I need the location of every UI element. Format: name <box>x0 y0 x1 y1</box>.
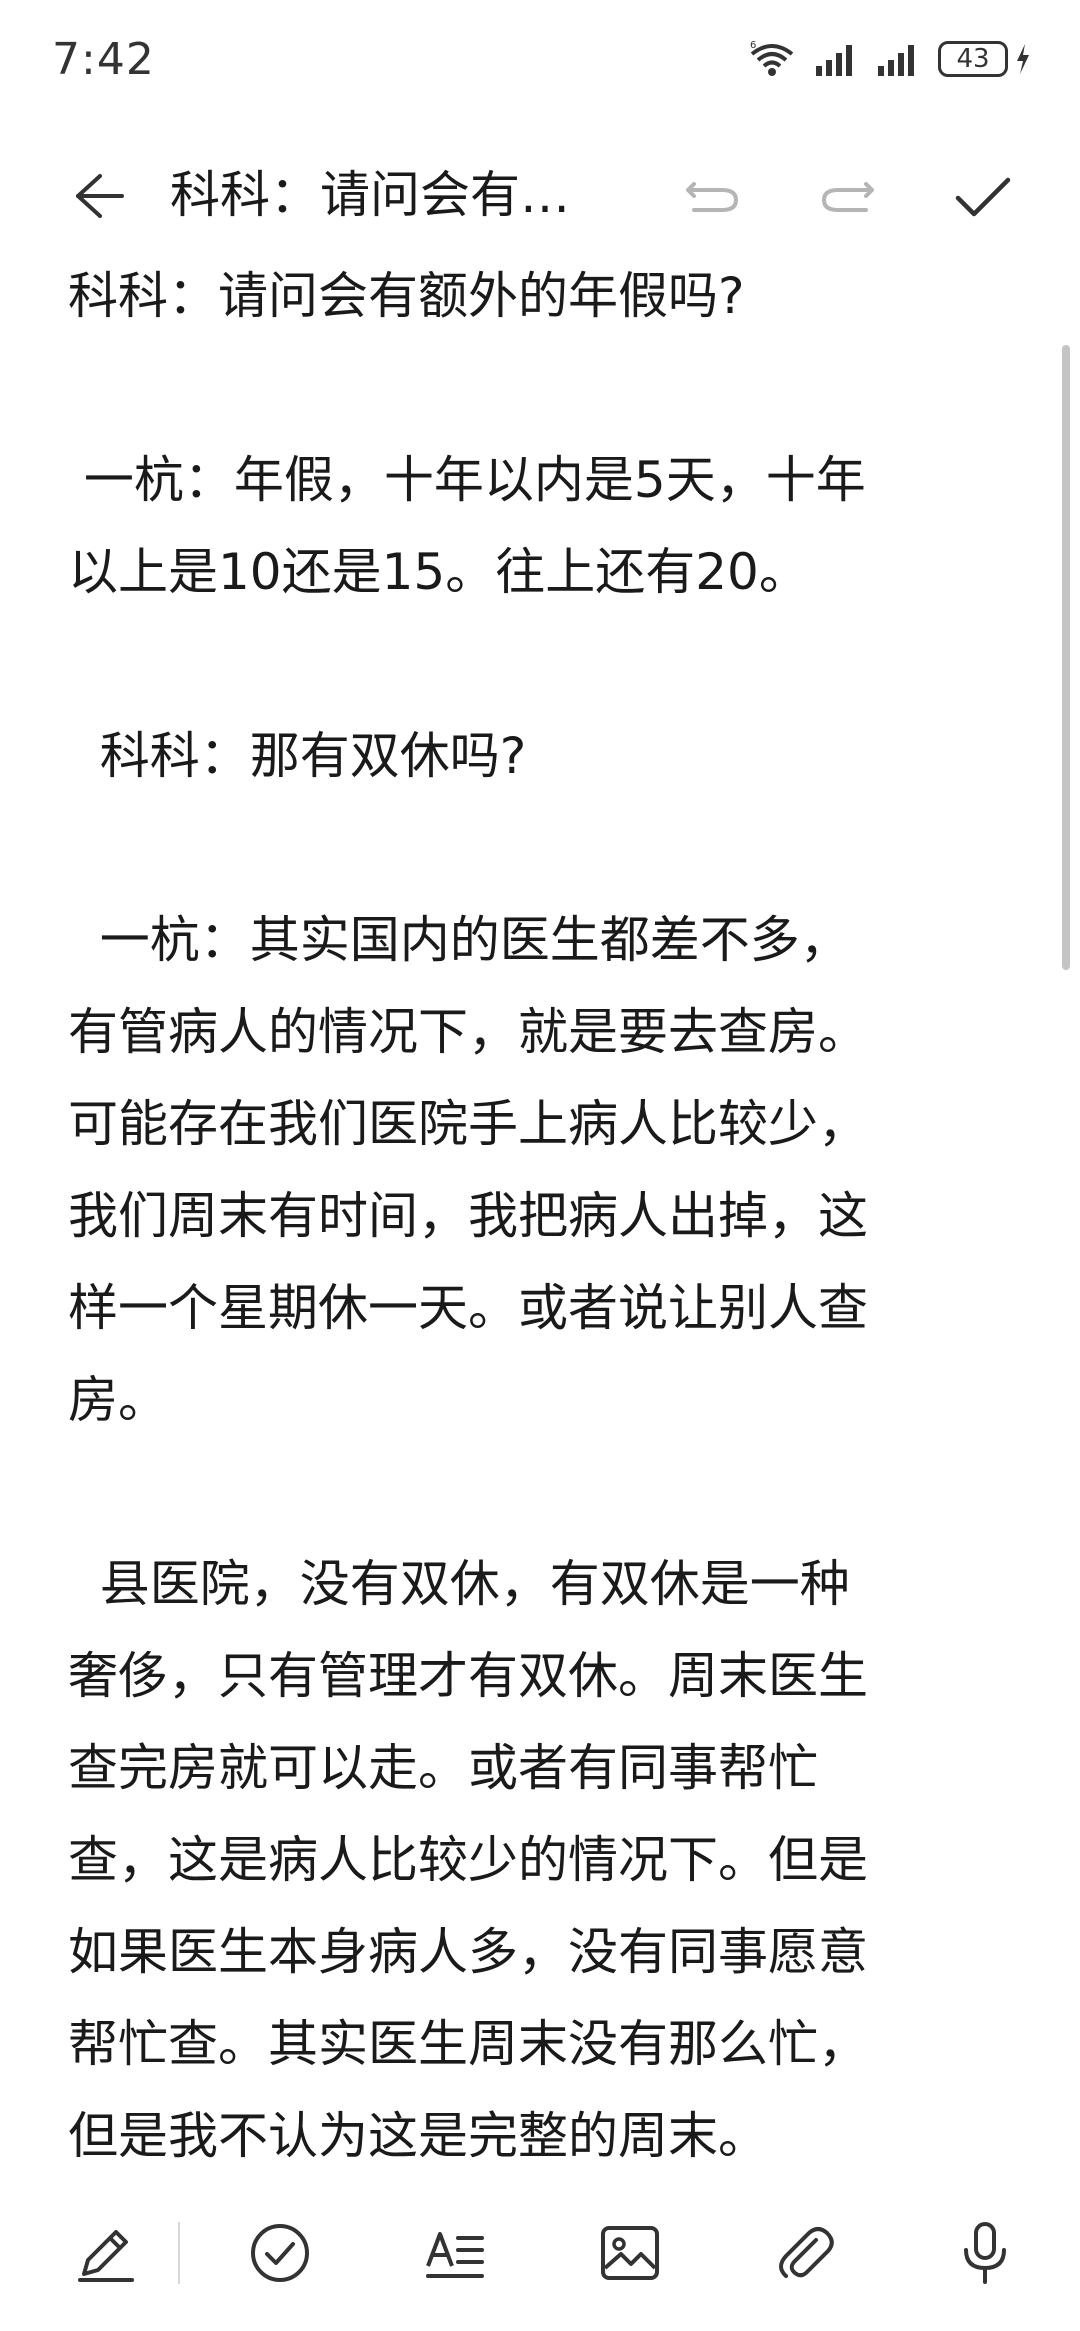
checkmark-icon[interactable] <box>950 164 1014 228</box>
undo-icon[interactable] <box>680 166 744 226</box>
note-line <box>68 342 1018 434</box>
note-line: 一杭：其实国内的医生都差不多， <box>68 911 850 969</box>
microphone-icon[interactable] <box>950 2218 1020 2288</box>
editor-toolbar: 科科：请问会有… <box>0 140 1080 250</box>
svg-text:6: 6 <box>750 40 756 51</box>
back-arrow-icon[interactable] <box>66 164 130 228</box>
bottom-toolbar <box>0 2200 1080 2310</box>
scrollbar[interactable] <box>1062 345 1070 970</box>
status-bar: 7:42 6 43 <box>0 0 1080 120</box>
note-line: 科科：那有双休吗? <box>68 727 527 785</box>
wifi-icon: 6 <box>750 40 794 76</box>
status-time: 7:42 <box>52 34 155 85</box>
text-format-icon[interactable] <box>420 2218 490 2288</box>
note-line: 但是我不认为这是完整的周末。 <box>68 2107 768 2165</box>
note-line: 以上是10还是15。往上还有20。 <box>68 543 809 601</box>
note-line: 有管病人的情况下，就是要去查房。 <box>68 1003 868 1061</box>
note-line: 可能存在我们医院手上病人比较少， <box>68 1095 868 1153</box>
status-icons: 6 43 <box>748 40 1032 78</box>
pen-icon[interactable] <box>70 2218 140 2288</box>
redo-icon[interactable] <box>816 166 880 226</box>
note-line: 房。 <box>68 1371 168 1429</box>
note-line: 样一个星期休一天。或者说让别人查 <box>68 1279 868 1337</box>
note-line: 查，这是病人比较少的情况下。但是 <box>68 1831 868 1889</box>
note-line <box>68 802 1018 894</box>
battery-level: 43 <box>938 41 1008 77</box>
note-body[interactable]: 科科：请问会有额外的年假吗? 一杭：年假，十年以内是5天，十年 以上是10还是15… <box>68 250 1018 2180</box>
note-title: 科科：请问会有… <box>170 166 570 224</box>
signal-icon <box>878 45 914 76</box>
charging-icon <box>1017 44 1029 74</box>
note-line <box>68 618 1018 710</box>
note-line: 查完房就可以走。或者有同事帮忙 <box>68 1739 818 1797</box>
note-line: 帮忙查。其实医生周末没有那么忙， <box>68 2015 868 2073</box>
signal-icon <box>816 45 852 76</box>
image-icon[interactable] <box>595 2218 665 2288</box>
note-line: 我们周末有时间，我把病人出掉，这 <box>68 1187 868 1245</box>
note-line: 科科：请问会有额外的年假吗? <box>68 267 745 325</box>
note-line: 奢侈，只有管理才有双休。周末医生 <box>68 1647 868 1705</box>
note-line: 一杭：年假，十年以内是5天，十年 <box>68 451 866 509</box>
toolbar-divider <box>178 2222 180 2284</box>
checklist-icon[interactable] <box>245 2218 315 2288</box>
note-line: 县医院，没有双休，有双休是一种 <box>68 1555 850 1613</box>
battery-icon: 43 <box>938 41 1032 77</box>
note-line <box>68 1446 1018 1538</box>
note-line: 如果医生本身病人多，没有同事愿意 <box>68 1923 868 1981</box>
attachment-icon[interactable] <box>770 2218 840 2288</box>
